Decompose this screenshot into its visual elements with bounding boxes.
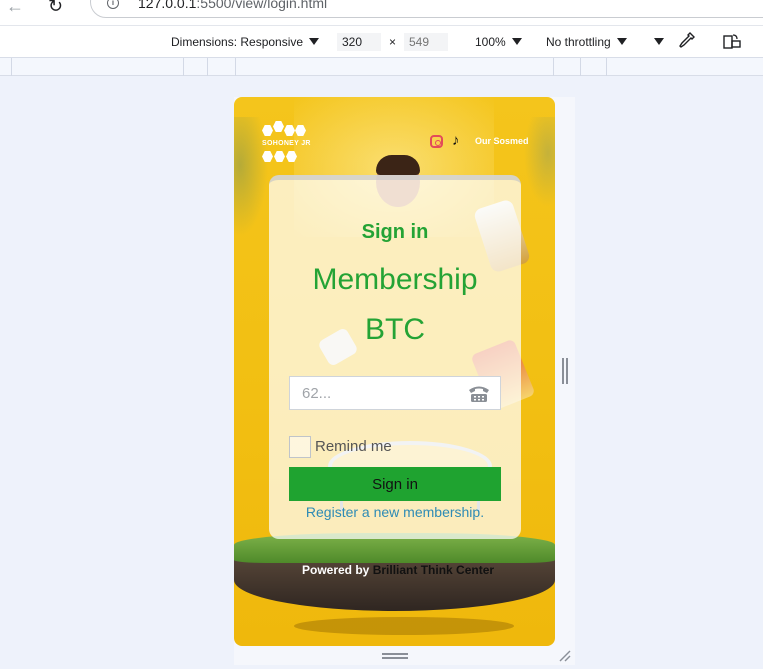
ruler-tick	[580, 58, 581, 76]
remember-label[interactable]: Remind me	[315, 438, 392, 455]
back-arrow-icon[interactable]: ←	[6, 0, 30, 16]
width-input[interactable]	[337, 33, 381, 51]
media-query-ruler	[0, 57, 763, 76]
device-toolbar: Dimensions: Responsive × 100% No throttl…	[0, 25, 763, 57]
throttling-dropdown[interactable]: No throttling	[546, 35, 627, 49]
sign-in-heading: Sign in	[361, 221, 429, 243]
kid-photo-hair	[376, 155, 420, 175]
zoom-dropdown[interactable]: 100%	[475, 35, 522, 49]
remember-checkbox[interactable]	[289, 436, 311, 458]
chevron-down-icon	[309, 38, 320, 45]
register-link[interactable]: Register a new membership.	[269, 504, 521, 520]
times-sign: ×	[389, 35, 397, 49]
ruler-tick	[207, 58, 208, 76]
leaves-decoration	[524, 117, 555, 207]
resize-handle-bottom[interactable]	[382, 653, 408, 659]
rotate-icon[interactable]	[723, 33, 741, 49]
ruler-tick	[183, 58, 184, 76]
address-bar: ← ↻ i 127.0.0.1:5500/view/login.html	[0, 0, 763, 25]
island-shadow	[294, 617, 514, 635]
chevron-down-icon	[654, 38, 664, 45]
ruler-tick	[606, 58, 607, 76]
url-text[interactable]: 127.0.0.1:5500/view/login.html	[138, 0, 327, 11]
device-viewport: SOHONEY JR ♪ Our Sosmed Sign in Membersh…	[234, 97, 575, 665]
ruler-tick	[553, 58, 554, 76]
chevron-down-icon	[616, 38, 627, 45]
powered-by-footer: Powered by Brilliant Think Center	[302, 563, 495, 577]
sign-in-button[interactable]: Sign in	[289, 467, 501, 501]
eyedropper-icon[interactable]	[679, 32, 695, 50]
page-subtitle: BTC	[365, 313, 425, 346]
phone-icon	[469, 386, 489, 402]
sosmed-label[interactable]: Our Sosmed	[475, 136, 529, 146]
more-options-dropdown[interactable]	[654, 35, 664, 49]
tiktok-icon[interactable]: ♪	[452, 133, 460, 148]
login-card: Sign in Membership BTC Remind me Sign in…	[269, 175, 521, 539]
page-title: Membership	[312, 263, 478, 296]
logo-text: SOHONEY JR	[262, 140, 311, 147]
height-input[interactable]	[404, 33, 448, 51]
brand-link[interactable]: Brilliant Think Center	[373, 563, 494, 577]
reload-icon[interactable]: ↻	[48, 0, 72, 16]
ruler-tick	[11, 58, 12, 76]
instagram-icon[interactable]	[430, 135, 443, 148]
ruler-tick	[235, 58, 236, 76]
dimensions-dropdown[interactable]: Dimensions: Responsive	[171, 35, 320, 49]
resize-handle-right[interactable]	[562, 358, 568, 384]
login-page: SOHONEY JR ♪ Our Sosmed Sign in Membersh…	[234, 97, 555, 646]
resize-corner-icon[interactable]	[557, 648, 571, 662]
chevron-down-icon	[511, 38, 522, 45]
